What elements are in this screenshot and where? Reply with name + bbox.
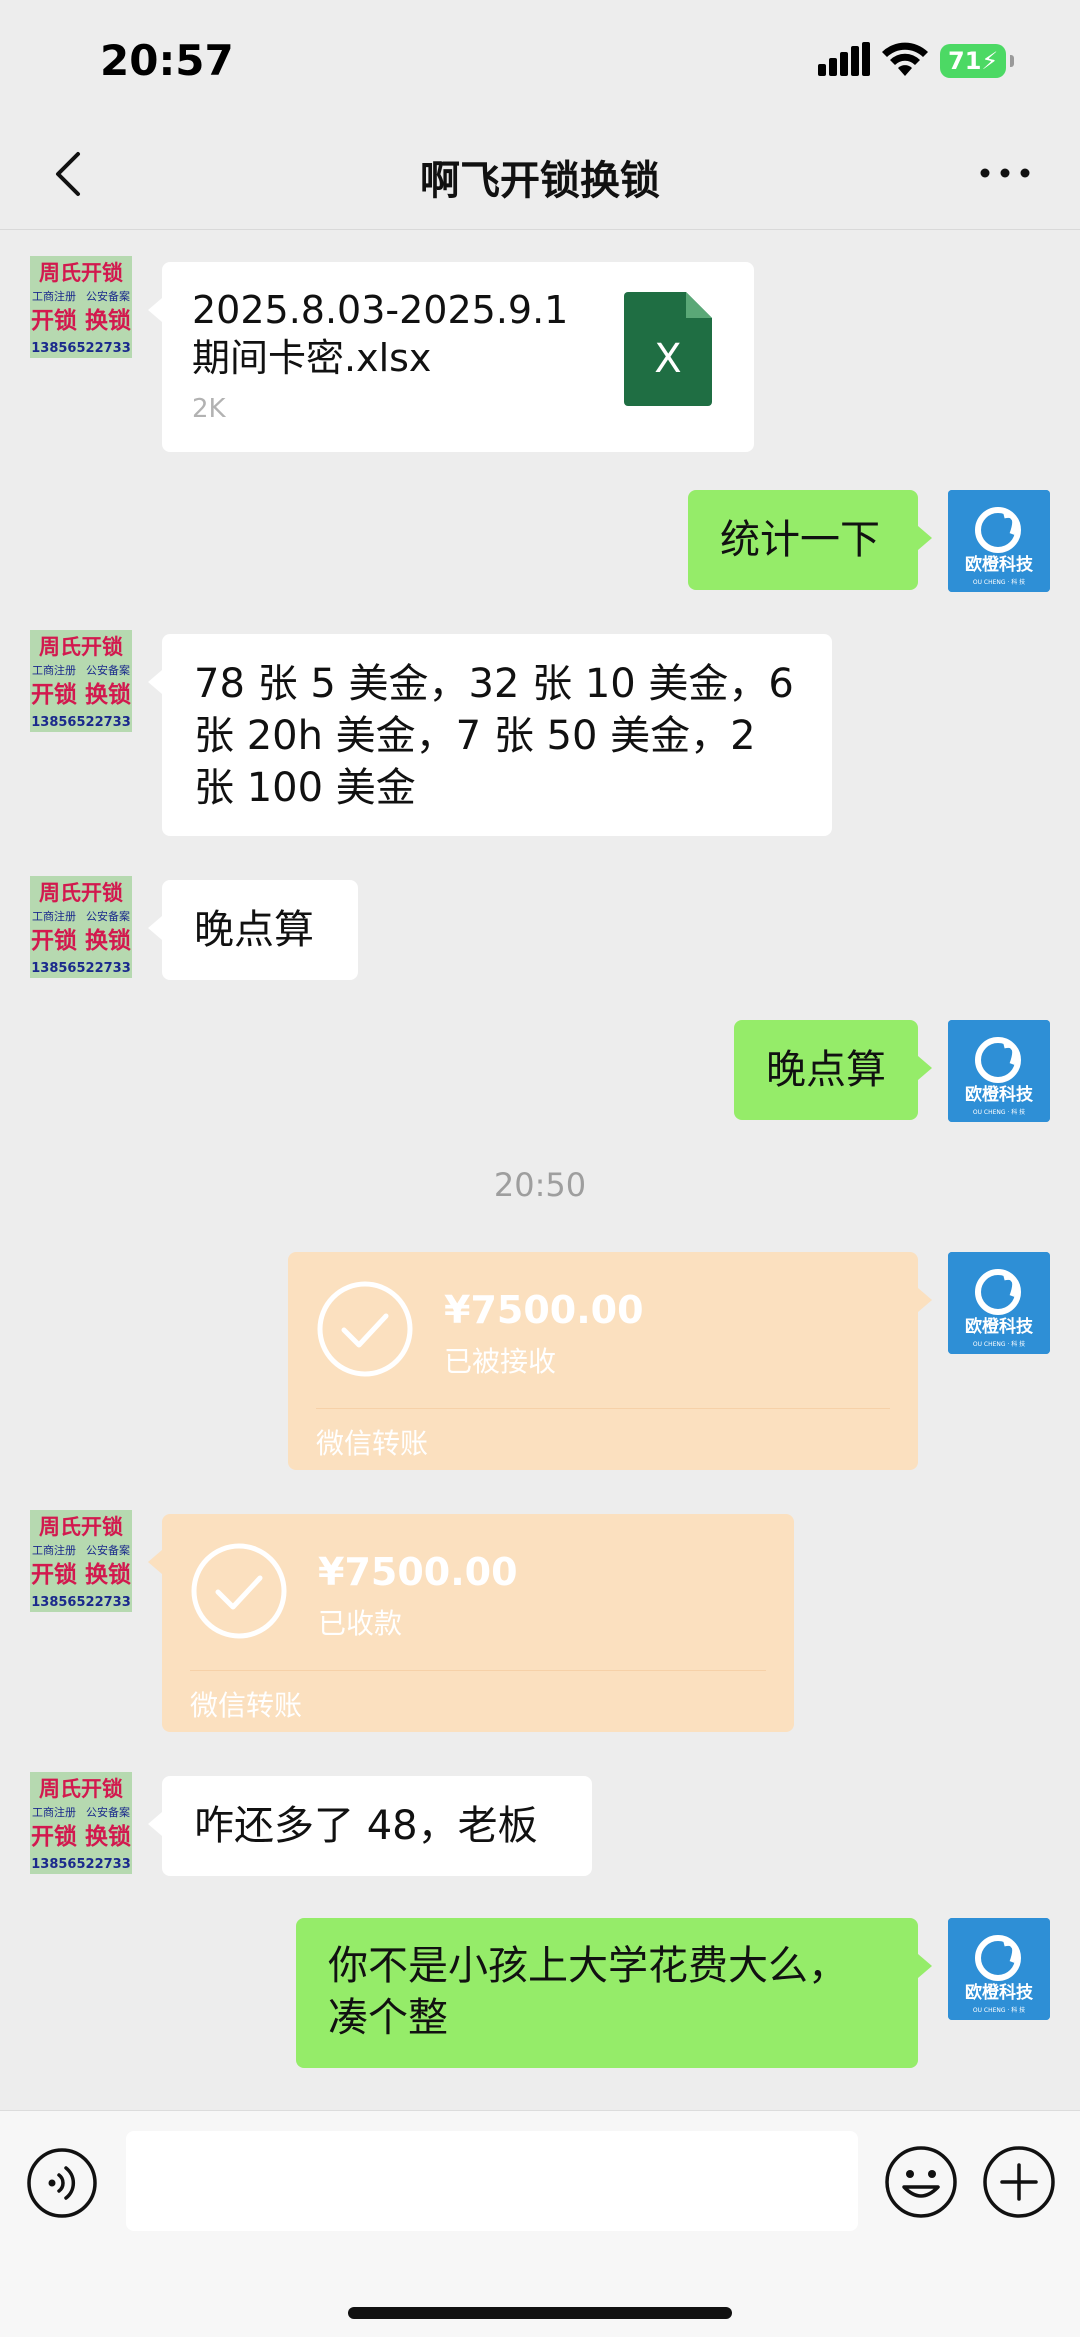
svg-text:周氏开锁: 周氏开锁 [39,635,123,659]
battery-indicator: 71⚡ [940,44,1014,78]
bubble-tail [148,298,162,322]
divider [190,1670,766,1671]
status-bar: 20:57 71⚡ [0,0,1080,120]
svg-text:13856522733: 13856522733 [31,961,131,976]
check-circle-icon [191,1543,287,1639]
message-bubble-sent[interactable]: 晚点算 [734,1020,932,1120]
svg-text:工商注册: 工商注册 [32,1543,76,1557]
bubble-tail [148,1812,162,1836]
message-text: 你不是小孩上大学花费大么，凑个整 [328,1943,848,2041]
svg-text:周氏开锁: 周氏开锁 [39,1777,123,1801]
svg-text:欧橙科技: 欧橙科技 [965,1316,1034,1337]
message-text: 78 张 5 美金，32 张 10 美金，6 张 20h 美金，7 张 50 美… [194,661,794,811]
chat-title: 啊飞开锁换锁 [420,158,660,204]
contact-avatar[interactable]: 周氏开锁 工商注册 公安备案 开锁 换锁 13856522733 [30,256,132,358]
file-size: 2K [192,394,226,424]
contact-avatar[interactable]: 周氏开锁 工商注册 公安备案 开锁 换锁 13856522733 [30,1772,132,1874]
message-bubble-sent[interactable]: 你不是小孩上大学花费大么，凑个整 [296,1918,932,2068]
my-avatar[interactable]: 欧橙科技 OU CHENG · 科 技 [948,1020,1050,1122]
transfer-status: 已收款 [318,1607,403,1640]
svg-text:公安备案: 公安备案 [86,909,130,923]
wifi-icon [882,42,928,76]
svg-text:工商注册: 工商注册 [32,663,76,677]
home-indicator [348,2307,732,2319]
contact-avatar[interactable]: 周氏开锁 工商注册 公安备案 开锁 换锁 13856522733 [30,876,132,978]
divider [316,1408,890,1409]
excel-file-icon: X [624,292,712,406]
check-circle-icon [317,1281,413,1377]
svg-text:开锁 换锁: 开锁 换锁 [31,681,131,708]
transfer-source: 微信转账 [190,1689,303,1722]
svg-text:工商注册: 工商注册 [32,909,76,923]
voice-input-icon[interactable] [26,2147,98,2219]
svg-text:工商注册: 工商注册 [32,1805,76,1819]
bubble-tail [918,1056,932,1080]
message-timestamp: 20:50 [493,1166,587,1204]
transfer-source: 微信转账 [316,1427,429,1460]
file-name-line-1: 2025.8.03-2025.9.1 [192,288,569,332]
transfer-status: 已被接收 [444,1345,557,1378]
my-avatar[interactable]: 欧橙科技 OU CHENG · 科 技 [948,1918,1050,2020]
bubble-tail [918,1288,932,1312]
svg-text:OU CHENG · 科 技: OU CHENG · 科 技 [973,2006,1025,2014]
chat-header: 啊飞开锁换锁 [0,120,1080,230]
message-text: 晚点算 [194,907,314,953]
input-bar [0,2110,1080,2337]
transfer-card-sent[interactable]: ¥7500.00 已被接收 微信转账 [288,1252,932,1470]
svg-text:周氏开锁: 周氏开锁 [39,1515,123,1539]
emoji-icon[interactable] [884,2145,958,2219]
svg-text:OU CHENG · 科 技: OU CHENG · 科 技 [973,578,1025,586]
my-avatar[interactable]: 欧橙科技 OU CHENG · 科 技 [948,1252,1050,1354]
my-avatar[interactable]: 欧橙科技 OU CHENG · 科 技 [948,490,1050,592]
svg-text:周氏开锁: 周氏开锁 [39,881,123,905]
message-text: 咋还多了 48，老板 [194,1803,538,1849]
message-bubble-received[interactable]: 78 张 5 美金，32 张 10 美金，6 张 20h 美金，7 张 50 美… [148,634,832,836]
svg-text:公安备案: 公安备案 [86,663,130,677]
bubble-tail [148,1550,162,1574]
svg-text:工商注册: 工商注册 [32,289,76,303]
svg-text:欧橙科技: 欧橙科技 [965,554,1034,575]
bubble-tail [918,1954,932,1978]
svg-text:开锁 换锁: 开锁 换锁 [31,1561,131,1588]
battery-level: 71 [948,47,982,75]
message-bubble-received[interactable]: 咋还多了 48，老板 [148,1776,592,1876]
file-message[interactable]: 2025.8.03-2025.9.1 期间卡密.xlsx 2K X [148,262,754,452]
cellular-signal-icon [818,42,870,76]
contact-avatar[interactable]: 周氏开锁 工商注册 公安备案 开锁 换锁 13856522733 [30,1510,132,1612]
svg-text:欧橙科技: 欧橙科技 [965,1084,1034,1105]
svg-text:X: X [654,336,681,382]
svg-text:13856522733: 13856522733 [31,715,131,730]
svg-text:13856522733: 13856522733 [31,1595,131,1610]
svg-text:13856522733: 13856522733 [31,341,131,356]
svg-text:周氏开锁: 周氏开锁 [39,261,123,285]
message-bubble-received[interactable]: 晚点算 [148,880,358,980]
svg-text:开锁 换锁: 开锁 换锁 [31,927,131,954]
bubble-tail [148,670,162,694]
svg-text:开锁 换锁: 开锁 换锁 [31,307,131,334]
svg-text:开锁 换锁: 开锁 换锁 [31,1823,131,1850]
svg-text:OU CHENG · 科 技: OU CHENG · 科 技 [973,1340,1025,1348]
svg-text:13856522733: 13856522733 [31,1857,131,1872]
message-input[interactable] [126,2131,858,2231]
message-bubble-sent[interactable]: 统计一下 [688,490,932,590]
transfer-card-received[interactable]: ¥7500.00 已收款 微信转账 [148,1514,794,1732]
message-text: 统计一下 [720,517,880,563]
plus-icon[interactable] [982,2145,1056,2219]
file-name-line-2: 期间卡密.xlsx [192,336,432,380]
svg-text:欧橙科技: 欧橙科技 [965,1982,1034,2003]
svg-text:OU CHENG · 科 技: OU CHENG · 科 技 [973,1108,1025,1116]
bubble-tail [918,526,932,550]
contact-avatar[interactable]: 周氏开锁 工商注册 公安备案 开锁 换锁 13856522733 [30,630,132,732]
bubble-tail [148,916,162,940]
transfer-amount: ¥7500.00 [318,1550,518,1594]
svg-text:公安备案: 公安备案 [86,289,130,303]
file-name: 2025.8.03-2025.9.1 期间卡密.xlsx [192,286,572,382]
status-time: 20:57 [100,36,234,85]
more-options-icon[interactable] [975,158,1035,188]
svg-text:公安备案: 公安备案 [86,1805,130,1819]
svg-text:公安备案: 公安备案 [86,1543,130,1557]
transfer-amount: ¥7500.00 [444,1288,644,1332]
message-text: 晚点算 [766,1047,886,1093]
